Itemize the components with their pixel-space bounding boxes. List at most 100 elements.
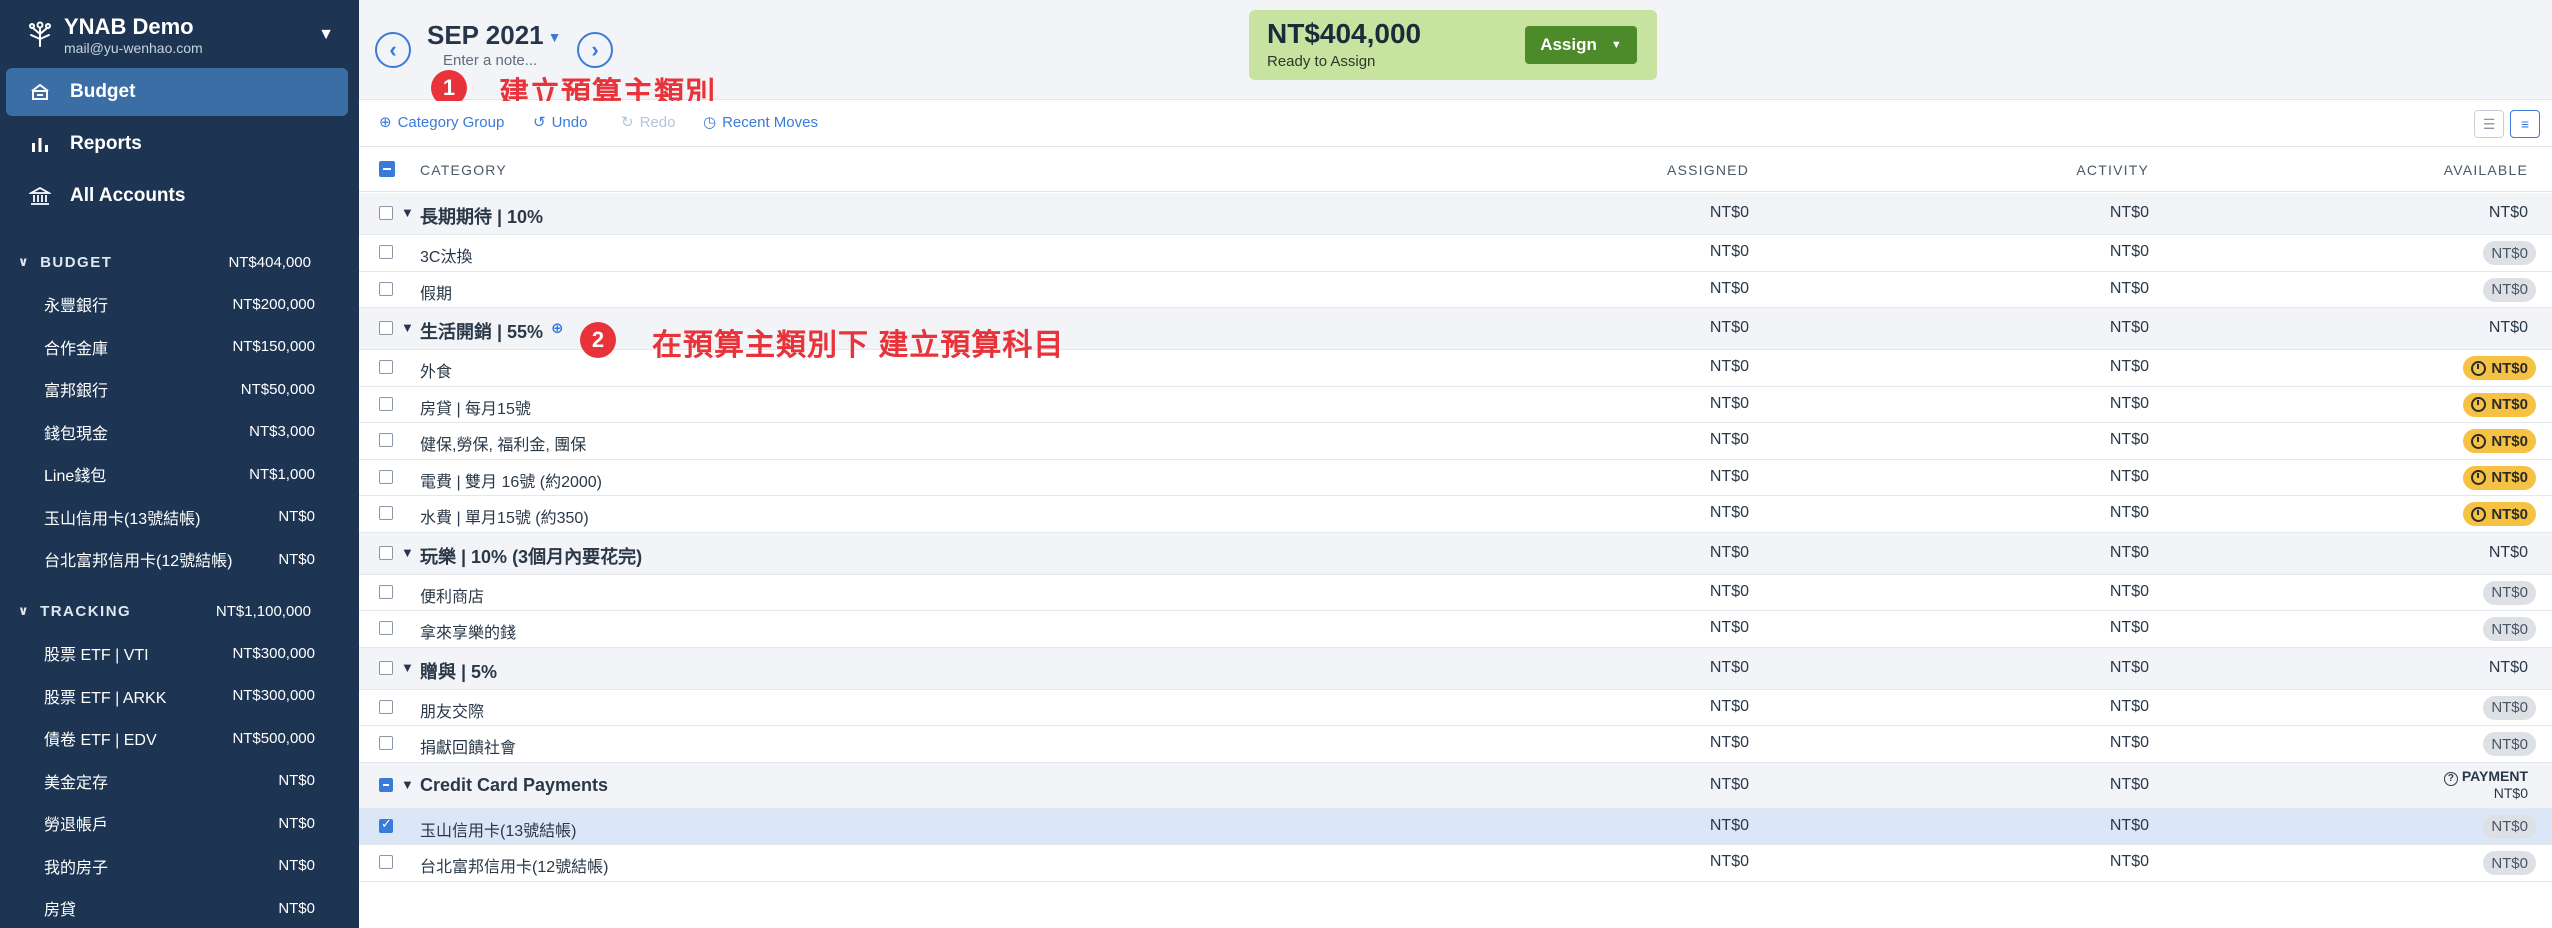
category-name[interactable]: 外食 <box>420 358 452 382</box>
cell-assigned[interactable]: NT$0 <box>1710 734 1749 752</box>
cell-assigned[interactable]: NT$0 <box>1710 319 1749 337</box>
help-icon[interactable]: ? <box>2443 771 2458 786</box>
available-pill[interactable]: NT$0 <box>2463 465 2536 490</box>
available-pill[interactable]: NT$0 <box>2483 732 2536 757</box>
sidebar-account-item[interactable]: 股票 ETF | ARKK NT$300,000 <box>44 678 315 714</box>
cell-assigned[interactable]: NT$0 <box>1710 776 1749 794</box>
category-name[interactable]: 水費 | 單月15號 (約350) <box>420 504 589 528</box>
row-checkbox[interactable] <box>379 206 393 220</box>
collapse-triangle-icon[interactable]: ▼ <box>401 320 414 335</box>
available-pill[interactable]: NT$0 <box>2483 814 2536 839</box>
available-pill[interactable]: NT$0 <box>2483 695 2536 720</box>
select-all-checkbox[interactable] <box>379 161 395 177</box>
category-group-row[interactable]: ▼ Credit Card Payments NT$0 NT$0? PAYMENT NT$… <box>359 762 2552 809</box>
sidebar-account-item[interactable]: Line錢包 NT$1,000 <box>44 456 315 492</box>
row-checkbox[interactable] <box>379 433 393 448</box>
available-pill[interactable]: NT$0 <box>2483 241 2536 266</box>
cell-assigned[interactable]: NT$0 <box>1710 280 1749 298</box>
sidebar-account-item[interactable]: 玉山信用卡(13號結帳) NT$0 <box>44 499 315 535</box>
sidebar-account-item[interactable]: 台北富邦信用卡(12號結帳) NT$0 <box>44 541 315 577</box>
assign-button[interactable]: Assign ▼ <box>1525 26 1637 64</box>
category-name[interactable]: 捐獻回饋社會 <box>420 734 516 758</box>
category-group-name[interactable]: 贈與 | 5% <box>420 658 497 684</box>
nav-all-accounts[interactable]: All Accounts <box>6 172 348 220</box>
category-name[interactable]: 健保,勞保, 福利金, 團保 <box>420 431 586 455</box>
collapse-triangle-icon[interactable]: ▼ <box>401 777 414 792</box>
category-row[interactable]: 電費 | 雙月 16號 (約2000) NT$0 NT$0 NT$0 <box>359 460 2552 496</box>
nav-budget[interactable]: Budget <box>6 68 348 116</box>
cell-assigned[interactable]: NT$0 <box>1710 619 1749 637</box>
cell-assigned[interactable]: NT$0 <box>1710 583 1749 601</box>
row-checkbox[interactable] <box>379 396 393 411</box>
cell-assigned[interactable]: NT$0 <box>1710 243 1749 261</box>
expanded-view-button[interactable]: ≡ <box>2510 110 2540 138</box>
row-checkbox[interactable] <box>379 855 393 870</box>
available-pill[interactable]: NT$0 <box>2463 356 2536 381</box>
category-name[interactable]: 房貸 | 每月15號 <box>420 395 531 419</box>
category-row[interactable]: 房貸 | 每月15號 NT$0 NT$0 NT$0 <box>359 387 2552 423</box>
sidebar-account-item[interactable]: 永豐銀行 NT$200,000 <box>44 286 315 322</box>
available-pill[interactable]: NT$0 <box>2463 392 2536 417</box>
nav-reports[interactable]: Reports <box>6 120 348 168</box>
column-header-category[interactable]: CATEGORY <box>420 162 507 178</box>
category-row[interactable]: 捐獻回饋社會 NT$0 NT$0 NT$0 <box>359 726 2552 763</box>
category-row[interactable]: 假期 NT$0 NT$0 NT$0 <box>359 272 2552 308</box>
month-selector[interactable]: SEP 2021 ▼ <box>427 20 561 51</box>
row-checkbox[interactable] <box>379 360 393 375</box>
sidebar-account-item[interactable]: 我的房子 NT$0 <box>44 848 315 884</box>
category-name[interactable]: 拿來享樂的錢 <box>420 619 516 643</box>
available-pill[interactable]: NT$0 <box>2483 580 2536 605</box>
category-name[interactable]: 電費 | 雙月 16號 (約2000) <box>420 468 602 492</box>
chevron-down-icon[interactable]: ▼ <box>318 26 334 44</box>
row-checkbox[interactable] <box>379 816 393 833</box>
sidebar-account-item[interactable]: 合作金庫 NT$150,000 <box>44 329 315 365</box>
category-name[interactable]: 朋友交際 <box>420 698 484 722</box>
add-category-group-button[interactable]: ⊕ Category Group <box>379 113 504 132</box>
cell-assigned[interactable]: NT$0 <box>1710 659 1749 677</box>
available-pill[interactable]: NT$0 <box>2463 429 2536 454</box>
collapse-triangle-icon[interactable]: ▼ <box>401 545 414 560</box>
row-checkbox[interactable] <box>379 281 393 296</box>
category-row[interactable]: 朋友交際 NT$0 NT$0 NT$0 <box>359 690 2552 726</box>
cell-assigned[interactable]: NT$0 <box>1710 431 1749 449</box>
row-checkbox[interactable] <box>379 321 393 335</box>
month-note-input[interactable]: Enter a note... <box>443 52 537 69</box>
sidebar-tracking-group-header[interactable]: ∨ TRACKING NT$1,100,000 <box>0 597 359 625</box>
cell-assigned[interactable]: NT$0 <box>1710 468 1749 486</box>
sidebar-account-item[interactable]: 房貸 NT$0 <box>44 890 315 926</box>
category-row[interactable]: 3C汰換 NT$0 NT$0 NT$0 <box>359 235 2552 272</box>
category-name[interactable]: 便利商店 <box>420 583 484 607</box>
category-row[interactable]: 拿來享樂的錢 NT$0 NT$0 NT$0 <box>359 611 2552 648</box>
sidebar-account-item[interactable]: 富邦銀行 NT$50,000 <box>44 371 315 407</box>
undo-button[interactable]: ↺ Undo <box>533 113 587 132</box>
prev-month-button[interactable]: ‹ <box>375 32 411 68</box>
add-category-icon[interactable]: ⊕ <box>551 319 564 337</box>
category-row[interactable]: 台北富邦信用卡(12號結帳) NT$0 NT$0 NT$0 <box>359 845 2552 882</box>
row-checkbox[interactable] <box>379 660 393 675</box>
row-checkbox[interactable] <box>379 699 393 714</box>
available-pill[interactable]: NT$0 <box>2483 851 2536 876</box>
redo-button[interactable]: ↻ Redo <box>621 113 675 132</box>
row-checkbox[interactable] <box>379 736 393 751</box>
row-checkbox[interactable] <box>379 777 393 792</box>
category-name[interactable]: 台北富邦信用卡(12號結帳) <box>420 853 608 877</box>
category-row[interactable]: 健保,勞保, 福利金, 團保 NT$0 NT$0 NT$0 <box>359 423 2552 460</box>
category-name[interactable]: 假期 <box>420 280 452 304</box>
row-checkbox[interactable] <box>379 469 393 484</box>
cell-assigned[interactable]: NT$0 <box>1710 853 1749 871</box>
cell-assigned[interactable]: NT$0 <box>1710 358 1749 376</box>
cell-assigned[interactable]: NT$0 <box>1710 504 1749 522</box>
row-checkbox[interactable] <box>379 545 393 560</box>
next-month-button[interactable]: › <box>577 32 613 68</box>
category-name[interactable]: 3C汰換 <box>420 243 472 267</box>
row-checkbox[interactable] <box>379 506 393 521</box>
category-group-row[interactable]: ▼ 玩樂 | 10% (3個月內要花完) NT$0 NT$0 NT$0 <box>359 532 2552 575</box>
row-checkbox[interactable] <box>379 245 393 260</box>
category-group-name[interactable]: Credit Card Payments <box>420 775 608 796</box>
sidebar-account-item[interactable]: 勞退帳戶 NT$0 <box>44 805 315 841</box>
collapse-triangle-icon[interactable]: ▼ <box>401 660 414 675</box>
cell-assigned[interactable]: NT$0 <box>1710 395 1749 413</box>
category-row[interactable]: 水費 | 單月15號 (約350) NT$0 NT$0 NT$0 <box>359 496 2552 533</box>
cell-assigned[interactable]: NT$0 <box>1710 544 1749 562</box>
collapse-triangle-icon[interactable]: ▼ <box>401 205 414 220</box>
